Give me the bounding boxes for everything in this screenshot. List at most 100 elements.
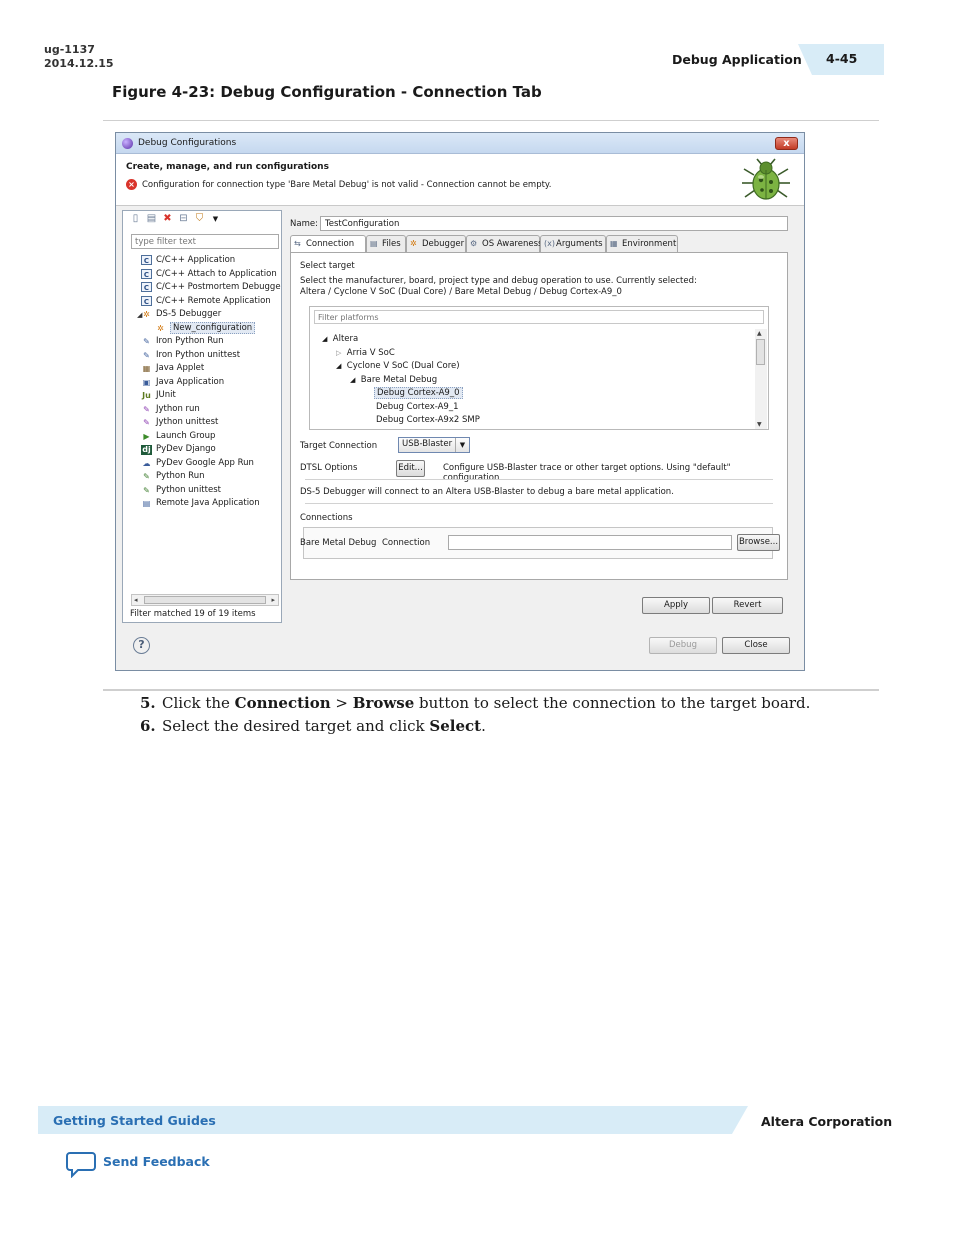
platform-item-selected[interactable]: Debug Cortex-A9_0 (374, 387, 463, 399)
platform-filter-input[interactable] (314, 310, 764, 324)
error-icon: × (126, 179, 137, 190)
footer-guides-link[interactable]: Getting Started Guides (53, 1113, 216, 1128)
tree-item[interactable]: ▦ Java Applet (141, 362, 204, 375)
debug-button[interactable]: Debug (649, 637, 717, 654)
tab-connection[interactable]: ⇆ Connection (290, 235, 366, 253)
app-icon (122, 138, 133, 149)
collapse-arrow-icon[interactable]: ◢ (322, 335, 327, 343)
banner-error-message: Configuration for connection type 'Bare … (142, 180, 552, 190)
python-icon: ✎ (143, 472, 150, 481)
launch-icon: ▶ (143, 431, 150, 441)
tree-item[interactable]: ▤ Remote Java Application (141, 497, 260, 510)
tree-item[interactable]: ✎ Jython unittest (141, 416, 218, 429)
step-6: 6. Select the desired target and click Se… (140, 717, 486, 735)
dialog-banner: Create, manage, and run configurations ×… (116, 154, 804, 206)
duplicate-icon[interactable]: ▤ (145, 213, 158, 224)
python-icon: ✎ (143, 350, 150, 360)
new-config-icon[interactable]: ▯ (129, 213, 142, 224)
header-page-number: 4-45 (826, 51, 858, 66)
scroll-left-icon[interactable]: ◂ (134, 595, 138, 605)
tab-os-awareness[interactable]: ⚙ OS Awareness (466, 235, 542, 252)
target-connection-select[interactable]: USB-Blaster ▼ (398, 437, 470, 453)
tree-item[interactable]: ▶ Launch Group (141, 430, 215, 443)
figure-bottom-divider (103, 689, 879, 691)
help-icon[interactable]: ? (133, 637, 150, 654)
tree-item[interactable]: ✎ Python Run (141, 470, 204, 483)
browse-button[interactable]: Browse... (737, 534, 780, 551)
delete-icon[interactable]: ✖ (161, 213, 174, 224)
scrollbar-thumb[interactable] (144, 596, 266, 604)
platform-item[interactable]: Debug Cortex-A9x2 SMP (376, 415, 480, 425)
document-id: ug-1137 (44, 43, 95, 56)
c-icon: C (141, 295, 152, 306)
connections-group: Bare Metal Debug Connection Browse... (300, 527, 780, 559)
dtsl-edit-button[interactable]: Edit... (396, 460, 425, 477)
collapse-all-icon[interactable]: ⊟ (177, 213, 190, 224)
scroll-up-icon[interactable]: ▲ (757, 330, 762, 337)
banner-heading: Create, manage, and run configurations (126, 162, 329, 172)
connection-input[interactable] (448, 535, 732, 550)
feedback-icon[interactable] (66, 1150, 96, 1178)
collapse-arrow-icon[interactable]: ◢ (350, 376, 355, 384)
tree-item[interactable]: dj PyDev Django (141, 443, 216, 456)
close-icon[interactable]: x (775, 137, 798, 150)
configuration-name-input[interactable] (320, 216, 788, 231)
platform-item[interactable]: ◢ Cyclone V SoC (Dual Core) (336, 361, 460, 371)
tree-item[interactable]: C C/C++ Attach to Application (141, 268, 277, 281)
platform-tree-box: ◢ Altera ▷ Arria V SoC ◢ Cyclone V SoC (… (309, 306, 769, 430)
tab-environment[interactable]: ▦ Environment (606, 235, 678, 252)
apply-button[interactable]: Apply (642, 597, 710, 614)
debugger-icon: ✲ (410, 239, 417, 248)
tree-item[interactable]: C C/C++ Application (141, 254, 235, 267)
tree-filter-input[interactable] (131, 234, 279, 249)
tree-item[interactable]: ☁ PyDev Google App Run (141, 457, 254, 470)
platform-item[interactable]: ◢ Altera (322, 334, 358, 344)
tree-item-selected[interactable]: ✲ New_configuration (155, 321, 256, 335)
platform-item[interactable]: Debug Cortex-A9_1 (376, 402, 459, 412)
close-button[interactable]: Close (722, 637, 790, 654)
google-icon: ☁ (142, 458, 151, 468)
target-connection-label: Target Connection (300, 441, 378, 451)
tree-item[interactable]: ▣ Java Application (141, 376, 224, 389)
chevron-down-icon[interactable]: ▼ (209, 215, 222, 223)
chevron-down-icon[interactable]: ▼ (455, 438, 469, 452)
collapse-arrow-icon[interactable]: ◢ (336, 362, 341, 370)
document-id-block: ug-1137 2014.12.15 (44, 43, 114, 71)
scroll-down-icon[interactable]: ▼ (757, 421, 762, 428)
tree-item[interactable]: ✎ Iron Python Run (141, 335, 223, 348)
figure-title: Figure 4-23: Debug Configuration - Conne… (112, 83, 542, 101)
debug-configurations-dialog: Debug Configurations x Create, manage, a… (115, 132, 805, 671)
platform-item[interactable]: ▷ Arria V SoC (336, 348, 395, 358)
django-icon: dj (141, 445, 152, 455)
tree-item[interactable]: ✎ Iron Python unittest (141, 349, 240, 362)
tree-item[interactable]: ✎ Jython run (141, 403, 200, 416)
tree-item[interactable]: C C/C++ Postmortem Debugge (141, 281, 281, 294)
tree-toolbar: ▯ ▤ ✖ ⊟ ⛉ ▼ (129, 213, 225, 229)
tree-item[interactable]: C C/C++ Remote Application (141, 295, 271, 308)
filter-icon[interactable]: ⛉ (193, 213, 206, 224)
send-feedback-link[interactable]: Send Feedback (103, 1154, 210, 1169)
expand-arrow-icon[interactable]: ▷ (336, 349, 341, 357)
tab-files[interactable]: ▤ Files (366, 235, 406, 252)
tree-item[interactable]: Ju JUnit (141, 389, 176, 402)
tab-arguments[interactable]: (x)Arguments (540, 235, 606, 252)
revert-button[interactable]: Revert (712, 597, 783, 614)
tree-item[interactable]: ✲ DS-5 Debugger (141, 308, 221, 321)
scrollbar-thumb[interactable] (756, 339, 765, 365)
name-label: Name: (290, 219, 318, 229)
connection-field-label: Connection (382, 538, 431, 548)
dtsl-options-label: DTSL Options (300, 463, 358, 473)
connection-tab-content: Select target Select the manufacturer, b… (290, 252, 788, 580)
platform-item[interactable]: ◢ Bare Metal Debug (350, 375, 437, 385)
java-icon: ▣ (142, 377, 151, 387)
header-section-title: Debug Application (672, 52, 802, 67)
tree-horizontal-scrollbar[interactable]: ◂ ▸ (131, 594, 279, 606)
junit-icon: Ju (142, 391, 151, 400)
section-divider (305, 479, 773, 480)
remote-icon: ▤ (142, 499, 151, 508)
platform-vertical-scrollbar[interactable]: ▲ ▼ (755, 329, 767, 429)
scroll-right-icon[interactable]: ▸ (271, 595, 275, 605)
tab-debugger[interactable]: ✲ Debugger (406, 235, 466, 252)
tree-item[interactable]: ✎ Python unittest (141, 484, 221, 497)
connection-icon: ⇆ (294, 239, 301, 248)
